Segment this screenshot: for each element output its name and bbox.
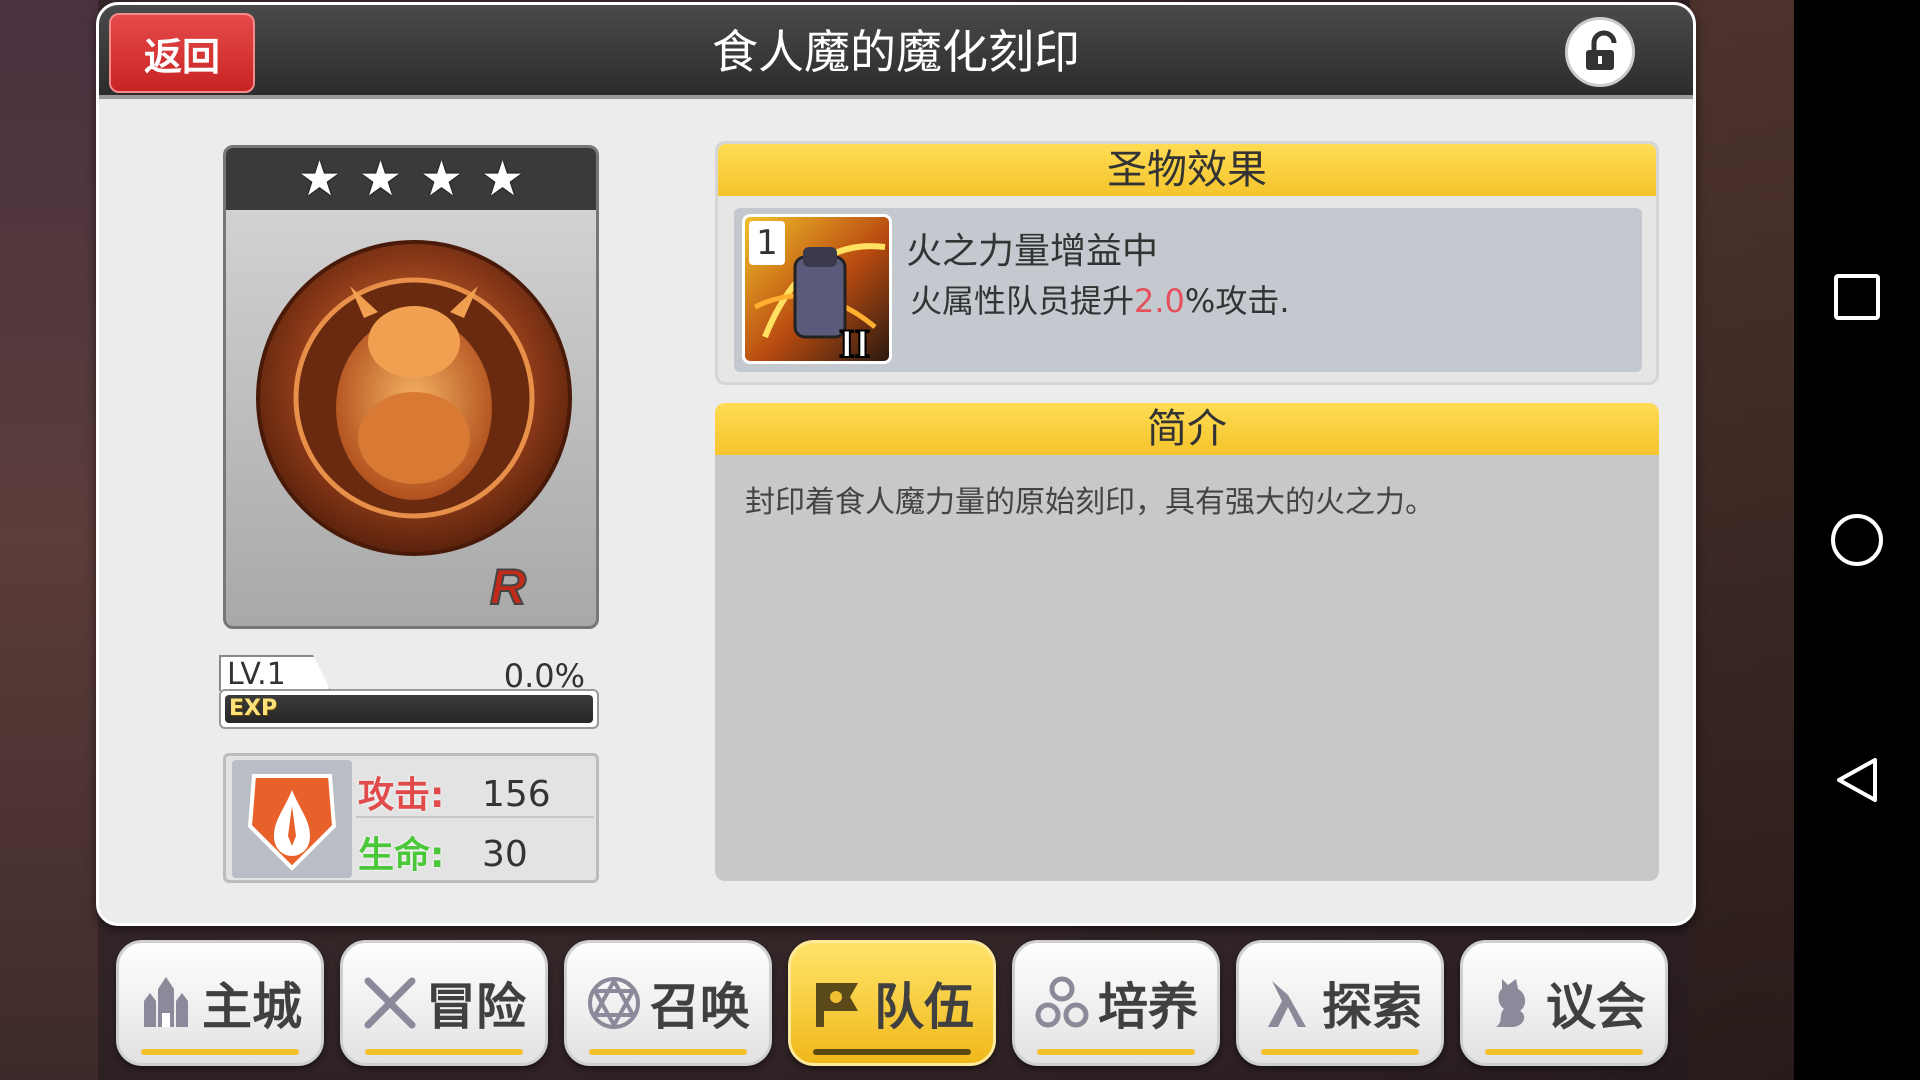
level-label: LV.1 — [219, 655, 331, 691]
menu-label: 主城 — [202, 978, 302, 1036]
system-navigation-bar — [1794, 0, 1920, 1080]
team-banner-icon — [816, 983, 858, 1027]
menu-item-explore[interactable]: 探索 — [1236, 940, 1444, 1066]
svg-text:R: R — [490, 562, 526, 612]
hp-label: 生命: — [358, 835, 445, 876]
explore-icon — [1268, 981, 1306, 1027]
star-icon: ★ — [297, 151, 341, 207]
effect-description: 火属性队员提升2.0%攻击. — [910, 276, 1290, 322]
castle-icon — [144, 977, 188, 1027]
page-title: 食人魔的魔化刻印 — [712, 25, 1080, 79]
triple-circle-icon — [1035, 976, 1089, 1028]
menu-label: 培养 — [1098, 978, 1198, 1036]
attack-label: 攻击: — [358, 775, 445, 816]
menu-label: 队伍 — [874, 978, 974, 1036]
rarity-r-icon: R — [489, 562, 527, 612]
bottom-menu: 主城 冒险 召唤 队伍 培养 探索 议会 — [116, 940, 1676, 1070]
home-icon[interactable] — [1831, 514, 1883, 566]
class-icon-box — [232, 760, 352, 878]
star-icon: ★ — [420, 151, 464, 207]
crossed-swords-icon — [364, 977, 416, 1029]
menu-item-main-city[interactable]: 主城 — [116, 940, 324, 1066]
star-icon: ★ — [358, 151, 402, 207]
unlock-icon — [1586, 30, 1617, 70]
stats-panel: 攻击: 156 生命: 30 — [223, 753, 599, 883]
relic-card: ★ ★ ★ ★ R — [223, 145, 599, 629]
menu-label: 议会 — [1546, 978, 1646, 1036]
fire-fist-skill-icon[interactable]: II 1 — [742, 214, 892, 364]
menu-item-adventure[interactable]: 冒险 — [340, 940, 548, 1066]
star-icon: ★ — [481, 151, 525, 207]
exp-label: EXP — [229, 696, 278, 721]
lock-toggle-button[interactable] — [1565, 17, 1635, 87]
relic-effect-section: 圣物效果 II 1 火之力量增益中 火属性队员提升2.0%攻击. — [715, 141, 1659, 385]
hexagram-icon — [588, 976, 640, 1030]
skill-number: 1 — [749, 221, 785, 265]
effect-entry: II 1 火之力量增益中 火属性队员提升2.0%攻击. — [734, 208, 1642, 372]
background-scenery-left — [0, 0, 98, 1080]
background-scenery-right — [1690, 0, 1800, 1080]
exp-section: LV.1 0.0% EXP — [219, 655, 599, 729]
intro-header: 简介 — [715, 403, 1659, 455]
menu-label: 召唤 — [650, 978, 750, 1036]
star-rating: ★ ★ ★ ★ — [226, 148, 596, 210]
exp-track: EXP — [225, 695, 593, 723]
title-bar: 食人魔的魔化刻印 返回 — [99, 5, 1693, 99]
menu-item-summon[interactable]: 召唤 — [564, 940, 772, 1066]
effect-desc-prefix: 火属性队员提升 — [910, 282, 1135, 320]
effect-desc-value: 2.0 — [1134, 282, 1185, 320]
effect-title: 火之力量增益中 — [906, 231, 1159, 272]
hp-value: 30 — [482, 834, 528, 875]
recent-apps-icon[interactable] — [1834, 274, 1880, 320]
menu-item-team[interactable]: 队伍 — [788, 940, 996, 1066]
svg-text:II: II — [839, 321, 870, 364]
attack-row: 攻击: 156 — [356, 760, 594, 818]
exp-bar: EXP — [219, 689, 599, 729]
menu-label: 探索 — [1322, 978, 1422, 1036]
intro-section: 简介 封印着食人魔力量的原始刻印，具有强大的火之力。 — [715, 403, 1659, 881]
fire-claw-icon — [247, 774, 337, 871]
council-crest-icon — [1496, 979, 1526, 1027]
attack-value: 156 — [482, 774, 551, 815]
menu-label: 冒险 — [426, 978, 526, 1036]
menu-item-council[interactable]: 议会 — [1460, 940, 1668, 1066]
intro-text: 封印着食人魔力量的原始刻印，具有强大的火之力。 — [745, 485, 1435, 520]
relic-effect-header: 圣物效果 — [718, 144, 1656, 196]
ogre-seal-medal-icon — [256, 240, 572, 556]
menu-item-cultivate[interactable]: 培养 — [1012, 940, 1220, 1066]
effect-desc-suffix: %攻击. — [1184, 282, 1290, 320]
back-triangle-icon[interactable] — [1831, 754, 1883, 806]
back-button[interactable]: 返回 — [109, 13, 255, 93]
relic-detail-panel: 食人魔的魔化刻印 返回 ★ ★ ★ ★ R LV.1 0.0% EXP 攻击: … — [96, 2, 1696, 926]
hp-row: 生命: 30 — [356, 820, 594, 878]
